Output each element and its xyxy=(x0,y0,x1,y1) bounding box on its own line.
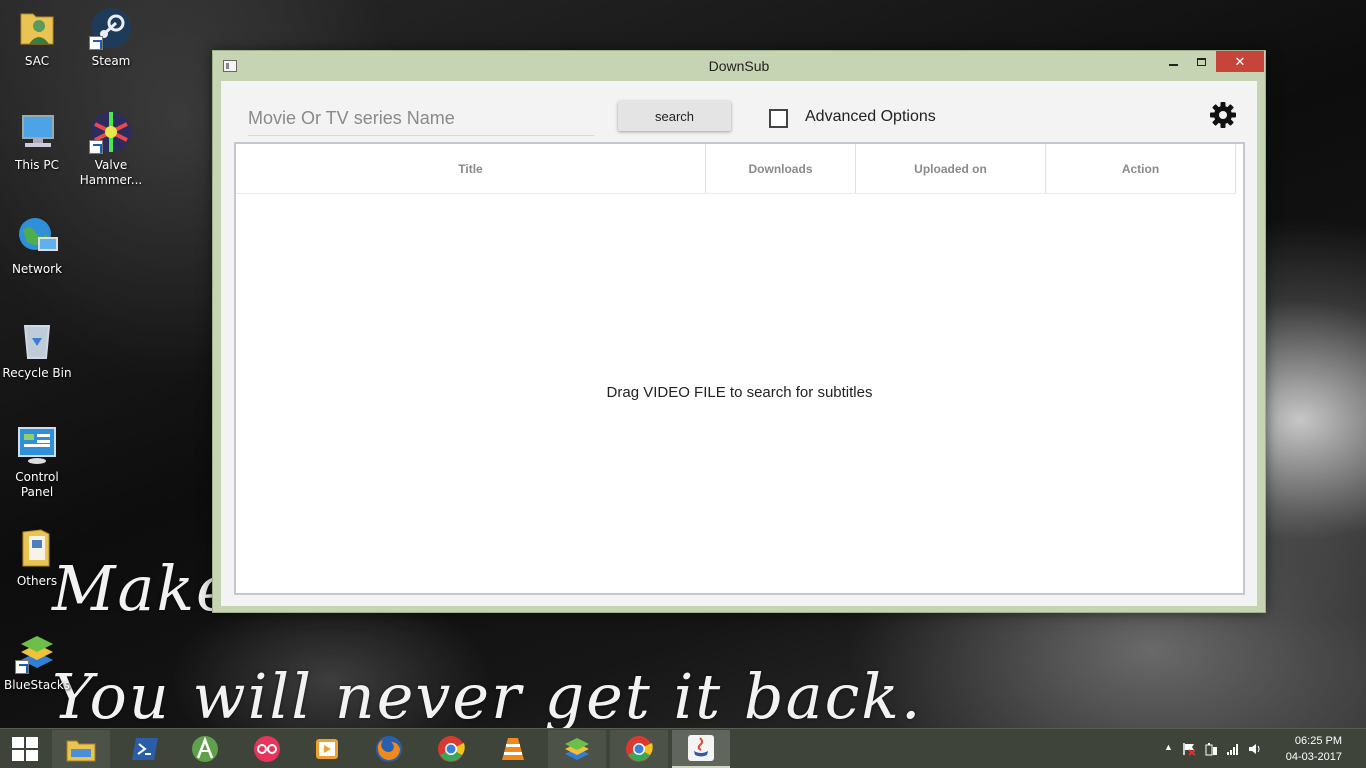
desktop-icon-label: Network xyxy=(11,262,63,276)
windows-logo-icon xyxy=(12,737,24,748)
window-client-area: Movie Or TV series Name search Advanced … xyxy=(221,81,1257,606)
taskbar-chrome-2[interactable] xyxy=(610,730,668,768)
desktop-icon-label: SAC xyxy=(24,54,50,68)
minimize-button[interactable] xyxy=(1159,51,1187,72)
clock-date[interactable]: 04-03-2017 xyxy=(1286,751,1342,763)
taskbar-firefox[interactable] xyxy=(360,730,418,768)
downsub-window: DownSub ✕ Movie Or TV series Name search… xyxy=(212,50,1266,613)
subtitles-table[interactable]: Title Downloads Uploaded on Action Drag … xyxy=(234,142,1245,595)
action-center-flag-icon[interactable] xyxy=(1182,742,1196,756)
computer-icon xyxy=(15,110,59,154)
power-battery-icon[interactable] xyxy=(1204,742,1218,756)
search-placeholder: Movie Or TV series Name xyxy=(248,108,455,128)
desktop-icon-bluestacks[interactable]: BlueStacks xyxy=(0,630,74,693)
shortcut-arrow-icon xyxy=(89,140,103,154)
search-button[interactable]: search xyxy=(618,101,731,131)
taskbar-media-player[interactable] xyxy=(298,730,356,768)
desktop-icon-network[interactable]: Network xyxy=(0,214,74,277)
desktop-icon-label: Steam xyxy=(91,54,131,68)
column-header-downloads[interactable]: Downloads xyxy=(706,144,856,193)
show-hidden-icons-chevron-icon[interactable]: ▲ xyxy=(1164,742,1173,752)
shortcut-arrow-icon xyxy=(89,36,103,50)
column-header-uploaded-on[interactable]: Uploaded on xyxy=(856,144,1046,193)
desktop-icon-control-panel[interactable]: Control Panel xyxy=(0,422,74,500)
android-studio-icon xyxy=(192,736,218,762)
chrome-icon xyxy=(438,736,465,762)
taskbar-file-explorer[interactable] xyxy=(52,730,110,768)
network-signal-icon[interactable] xyxy=(1226,742,1240,756)
flickr-icon xyxy=(254,736,280,762)
volume-icon[interactable] xyxy=(1248,742,1262,756)
table-header: Title Downloads Uploaded on Action xyxy=(236,144,1236,194)
window-titlebar[interactable]: DownSub ✕ xyxy=(213,51,1265,81)
desktop-icon-label: Recycle Bin xyxy=(2,366,72,380)
network-globe-icon xyxy=(15,214,59,258)
drop-zone-message: Drag VIDEO FILE to search for subtitles xyxy=(606,384,873,401)
start-button[interactable] xyxy=(6,735,44,763)
taskbar: ▲ 06:25 PM 04-03-2017 xyxy=(0,728,1366,768)
desktop-icon-label: Others xyxy=(16,574,58,588)
wallpaper-quote-line2: You will never get it back. xyxy=(52,660,923,733)
close-icon: ✕ xyxy=(1234,53,1246,69)
maximize-button[interactable] xyxy=(1187,51,1215,72)
column-header-action[interactable]: Action xyxy=(1046,144,1236,193)
desktop-icon-recycle-bin[interactable]: Recycle Bin xyxy=(0,318,74,381)
control-panel-icon xyxy=(15,422,59,466)
user-folder-icon xyxy=(15,6,59,50)
taskbar-vlc[interactable] xyxy=(484,730,542,768)
bluestacks-icon xyxy=(565,738,589,760)
maximize-icon xyxy=(1196,57,1206,66)
powershell-icon xyxy=(132,738,158,760)
clock-time[interactable]: 06:25 PM xyxy=(1295,735,1342,747)
advanced-options-label[interactable]: Advanced Options xyxy=(805,108,936,126)
desktop-icon-this-pc[interactable]: This PC xyxy=(0,110,74,173)
desktop-icon-steam[interactable]: Steam xyxy=(74,6,148,69)
media-player-icon xyxy=(316,739,338,759)
taskbar-bluestacks[interactable] xyxy=(548,730,606,768)
desktop-icon-label: Valve Hammer... xyxy=(79,158,143,187)
taskbar-powershell[interactable] xyxy=(116,730,174,768)
java-icon xyxy=(688,735,714,761)
desktop-icon-label: This PC xyxy=(15,158,59,172)
gear-icon[interactable] xyxy=(1209,101,1237,129)
firefox-icon xyxy=(376,736,402,762)
taskbar-flickr[interactable] xyxy=(238,730,296,768)
window-title: DownSub xyxy=(708,58,770,74)
chrome-icon xyxy=(626,736,653,762)
vlc-icon xyxy=(502,738,524,760)
minimize-icon xyxy=(1168,63,1178,66)
wallpaper-quote-line1: Make xyxy=(52,552,235,625)
desktop-icon-others[interactable]: Others xyxy=(0,526,74,589)
taskbar-java[interactable] xyxy=(672,730,730,768)
column-header-title[interactable]: Title xyxy=(236,144,706,193)
file-explorer-icon xyxy=(66,740,96,762)
system-tray: ▲ 06:25 PM 04-03-2017 xyxy=(1146,729,1366,768)
hammer-editor-icon xyxy=(89,110,133,154)
close-button[interactable]: ✕ xyxy=(1216,51,1264,72)
desktop-icon-label: Control Panel xyxy=(15,470,59,499)
steam-icon xyxy=(89,6,133,50)
taskbar-android-studio[interactable] xyxy=(176,730,234,768)
recycle-bin-icon xyxy=(15,318,59,362)
taskbar-chrome[interactable] xyxy=(422,730,480,768)
folder-icon xyxy=(15,526,59,570)
advanced-options-checkbox[interactable] xyxy=(769,109,788,128)
desktop-icon-label: BlueStacks xyxy=(3,678,71,692)
bluestacks-icon xyxy=(15,630,59,674)
search-input[interactable]: Movie Or TV series Name xyxy=(248,106,594,136)
shortcut-arrow-icon xyxy=(15,660,29,674)
desktop-icon-sac[interactable]: SAC xyxy=(0,6,74,69)
desktop-icon-valve-hammer[interactable]: Valve Hammer... xyxy=(74,110,148,188)
